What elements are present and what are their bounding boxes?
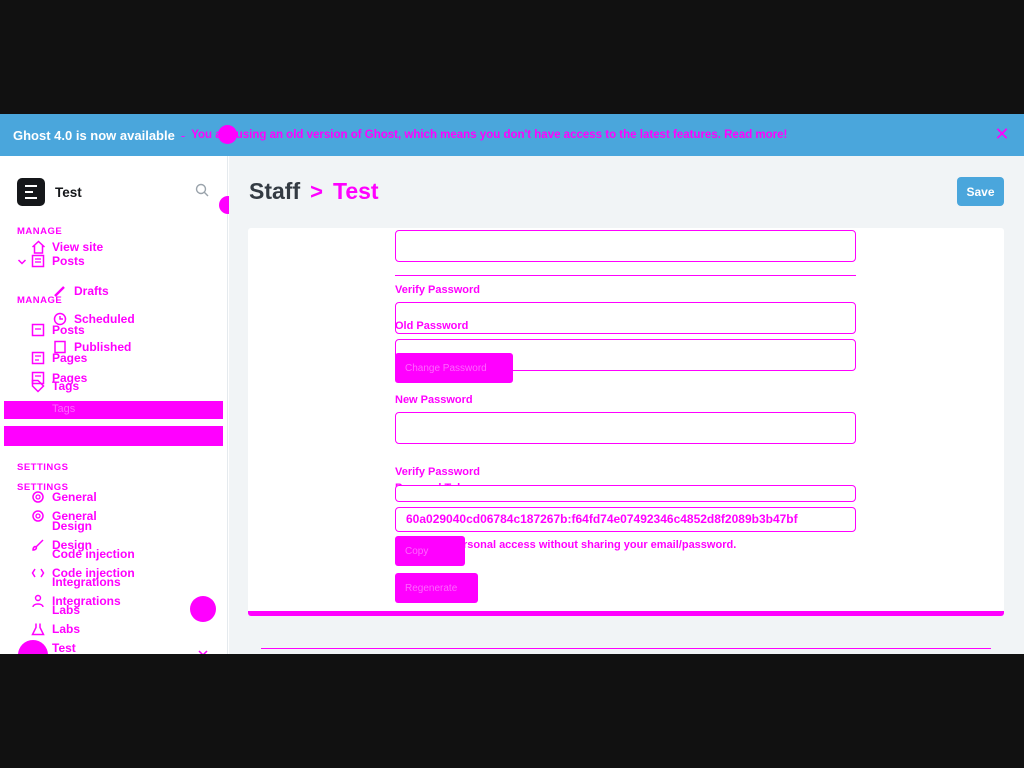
site-logo-icon xyxy=(17,178,45,206)
sidebar-item-integrations[interactable]: Integrations xyxy=(30,574,121,590)
sidebar-item-label: Code injection xyxy=(52,547,135,561)
sidebar-item-tags-active[interactable]: Tags xyxy=(4,401,223,419)
new-password-label: New Password xyxy=(395,394,473,406)
settings-heading: SETTINGS xyxy=(17,462,69,473)
posts-icon xyxy=(30,322,46,338)
manage-heading-dup: MANAGE xyxy=(17,295,63,306)
verify-password-label-2: Verify Password xyxy=(395,466,480,478)
page-title: Test xyxy=(332,178,379,204)
brand[interactable]: Test xyxy=(17,178,82,206)
click-marker xyxy=(190,596,216,622)
sidebar-item-label: Posts xyxy=(52,323,85,337)
sidebar-item-label: Labs xyxy=(52,622,81,636)
user-settings-card: Verify Password Old Password Change Pass… xyxy=(248,228,1004,616)
pages-icon xyxy=(30,350,46,366)
highlight-bar xyxy=(4,426,223,446)
app-window: Ghost 4.0 is now available - You are usi… xyxy=(0,114,1024,654)
change-password-button[interactable]: Change Password xyxy=(395,353,513,383)
regenerate-token-button[interactable]: Regenerate xyxy=(395,573,478,603)
flask-icon xyxy=(30,621,46,637)
sidebar-item-labs[interactable]: Labs xyxy=(30,602,80,618)
update-banner: Ghost 4.0 is now available - You are usi… xyxy=(0,114,1024,156)
divider xyxy=(395,275,856,276)
old-password-label: Old Password xyxy=(395,320,469,332)
save-button[interactable]: Save xyxy=(957,177,1004,206)
banner-separator: - xyxy=(180,127,186,143)
sidebar: Test MANAGE View site Posts Drafts MANAG… xyxy=(0,156,228,654)
sidebar-item-label: Pages xyxy=(52,351,88,365)
sidebar-item-label: Design xyxy=(52,519,93,533)
verify-password-label: Verify Password xyxy=(395,284,480,296)
chevron-down-icon[interactable] xyxy=(17,257,27,267)
sidebar-item-label: Tags xyxy=(52,379,80,393)
sidebar-item-label: Posts xyxy=(52,254,85,268)
sidebar-item-label: Integrations xyxy=(52,575,121,589)
gear-icon xyxy=(30,489,46,505)
sidebar-item-tags[interactable]: Tags xyxy=(30,378,79,394)
sidebar-item-posts[interactable]: Posts xyxy=(30,253,85,269)
copy-token-button[interactable]: Copy xyxy=(395,536,465,566)
sidebar-item-design[interactable]: Design xyxy=(30,518,92,534)
main-content: Staff > Test Save Verify Password Old Pa… xyxy=(229,156,1024,654)
sidebar-item-label: General xyxy=(52,490,97,504)
user-name: Test xyxy=(52,641,76,654)
sidebar-item-posts-dup[interactable]: Posts xyxy=(30,322,85,338)
personal-token-field-top xyxy=(395,485,856,502)
sidebar-item-pages[interactable]: Pages xyxy=(30,350,87,366)
sidebar-item-code-injection[interactable]: Code injection xyxy=(30,546,135,562)
site-name: Test xyxy=(55,184,82,200)
new-password-field[interactable] xyxy=(395,412,856,444)
chevron-right-icon: > xyxy=(310,178,323,204)
sidebar-item-labs-dup[interactable]: Labs xyxy=(30,621,80,637)
breadcrumb: Staff > Test xyxy=(249,178,379,205)
posts-icon xyxy=(30,253,46,269)
breadcrumb-parent[interactable]: Staff xyxy=(249,178,300,205)
manage-heading: MANAGE xyxy=(17,226,63,237)
banner-title: Ghost 4.0 is now available xyxy=(13,127,175,143)
password-field[interactable] xyxy=(395,230,856,262)
sidebar-item-general[interactable]: General xyxy=(30,489,97,505)
token-help-text: rsonal access without sharing your email… xyxy=(463,539,737,551)
sidebar-item-label: Drafts xyxy=(74,284,109,298)
personal-token-value: 60a029040cd06784c187267b:f64fd74e0749234… xyxy=(406,512,798,526)
sidebar-item-label: View site xyxy=(52,240,104,254)
close-icon[interactable]: ✕ xyxy=(994,125,1010,143)
chevron-down-icon[interactable] xyxy=(198,650,208,654)
sidebar-item-label: Labs xyxy=(52,603,81,617)
search-icon[interactable] xyxy=(195,183,209,197)
banner-message[interactable]: You are using an old version of Ghost, w… xyxy=(191,129,787,141)
divider xyxy=(261,648,991,649)
tag-icon xyxy=(30,378,46,394)
sidebar-item-label: Tags xyxy=(52,403,76,415)
click-marker xyxy=(218,125,237,144)
